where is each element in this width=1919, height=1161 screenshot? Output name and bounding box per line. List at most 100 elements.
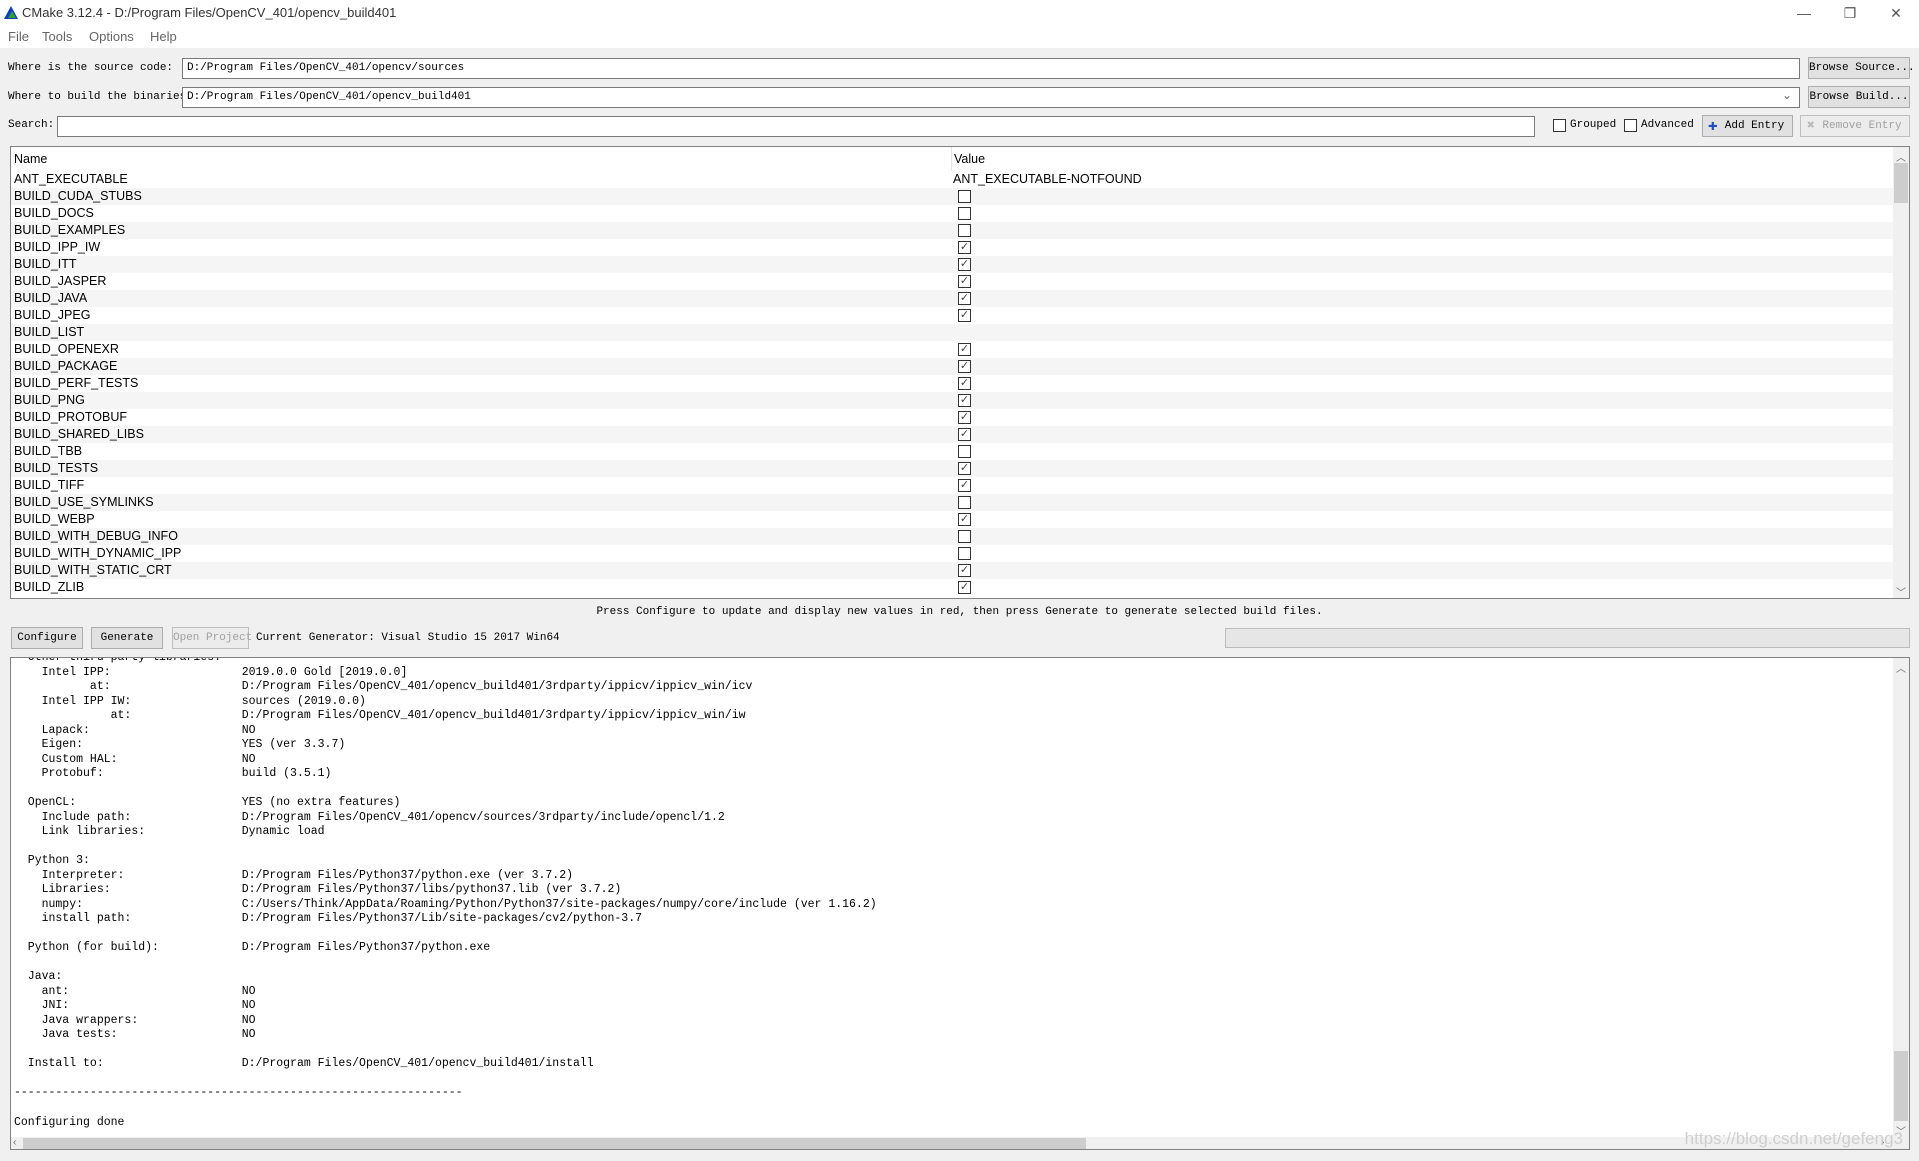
checked-checkbox[interactable]: ✓ xyxy=(958,394,971,407)
table-row[interactable]: ANT_EXECUTABLE ANT_EXECUTABLE-NOTFOUND xyxy=(11,171,1893,188)
table-vertical-scrollbar[interactable]: ︿ ﹀ xyxy=(1893,147,1909,598)
entry-name: BUILD_IPP_IW xyxy=(14,240,101,254)
output-line: ant: NO xyxy=(14,984,256,998)
generate-button[interactable]: Generate xyxy=(91,627,163,649)
table-row[interactable]: BUILD_WEBP ✓ xyxy=(11,511,1893,528)
table-row[interactable]: BUILD_OPENEXR ✓ xyxy=(11,341,1893,358)
table-row[interactable]: BUILD_TIFF ✓ xyxy=(11,477,1893,494)
grouped-checkbox[interactable] xyxy=(1553,119,1566,132)
output-log[interactable]: Other third-party libraries: Intel IPP: … xyxy=(10,657,1910,1150)
scrollbar-thumb[interactable] xyxy=(1894,1051,1908,1121)
checked-checkbox[interactable]: ✓ xyxy=(958,564,971,577)
remove-entry-button[interactable]: ✖ Remove Entry xyxy=(1800,115,1910,137)
column-header-name[interactable]: Name xyxy=(14,147,47,171)
configure-button[interactable]: Configure xyxy=(11,627,83,649)
checked-checkbox[interactable]: ✓ xyxy=(958,428,971,441)
checked-checkbox[interactable]: ✓ xyxy=(958,241,971,254)
output-line: ----------------------------------------… xyxy=(14,1086,463,1100)
checked-checkbox[interactable]: ✓ xyxy=(958,292,971,305)
unchecked-checkbox[interactable] xyxy=(958,445,971,458)
table-row[interactable]: BUILD_LIST xyxy=(11,324,1893,341)
output-line: Intel IPP IW: sources (2019.0.0) xyxy=(14,694,366,708)
menu-options[interactable]: Options xyxy=(89,29,134,44)
unchecked-checkbox[interactable] xyxy=(958,224,971,237)
table-row[interactable]: BUILD_USE_SYMLINKS xyxy=(11,494,1893,511)
unchecked-checkbox[interactable] xyxy=(958,547,971,560)
output-vertical-scrollbar[interactable]: ︿ ﹀ xyxy=(1893,658,1909,1138)
unchecked-checkbox[interactable] xyxy=(958,496,971,509)
table-row[interactable]: BUILD_PERF_TESTS ✓ xyxy=(11,375,1893,392)
output-horizontal-scrollbar[interactable]: ‹ › xyxy=(11,1137,1909,1149)
table-row[interactable]: BUILD_WITH_DYNAMIC_IPP xyxy=(11,545,1893,562)
output-line: Python (for build): D:/Program Files/Pyt… xyxy=(14,941,491,955)
add-entry-button[interactable]: ✚ Add Entry xyxy=(1702,115,1793,137)
table-row[interactable]: BUILD_JPEG ✓ xyxy=(11,307,1893,324)
search-input[interactable] xyxy=(57,116,1535,137)
checked-checkbox[interactable]: ✓ xyxy=(958,462,971,475)
table-row[interactable]: BUILD_WITH_DEBUG_INFO xyxy=(11,528,1893,545)
chevron-down-icon[interactable]: ⌄ xyxy=(1782,88,1792,102)
unchecked-checkbox[interactable] xyxy=(958,530,971,543)
close-button[interactable]: ✕ xyxy=(1876,2,1916,24)
browse-source-button[interactable]: Browse Source... xyxy=(1808,57,1915,79)
table-row[interactable]: BUILD_ZLIB ✓ xyxy=(11,579,1893,596)
checked-checkbox[interactable]: ✓ xyxy=(958,275,971,288)
scroll-left-icon[interactable]: ‹ xyxy=(13,1137,16,1148)
cmake-logo-icon xyxy=(4,6,18,19)
output-line: at: D:/Program Files/OpenCV_401/opencv_b… xyxy=(14,680,753,694)
scroll-up-icon[interactable]: ︿ xyxy=(1893,149,1909,164)
checked-checkbox[interactable]: ✓ xyxy=(958,309,971,322)
menu-help[interactable]: Help xyxy=(150,29,177,44)
browse-build-button[interactable]: Browse Build... xyxy=(1808,86,1910,108)
table-row[interactable]: BUILD_JAVA ✓ xyxy=(11,290,1893,307)
open-project-button[interactable]: Open Project xyxy=(172,627,252,649)
scrollbar-thumb[interactable] xyxy=(1894,163,1908,203)
table-row[interactable]: BUILD_WITH_STATIC_CRT ✓ xyxy=(11,562,1893,579)
table-row[interactable]: BUILD_EXAMPLES xyxy=(11,222,1893,239)
checked-checkbox[interactable]: ✓ xyxy=(958,360,971,373)
source-input[interactable]: D:/Program Files/OpenCV_401/opencv/sourc… xyxy=(182,58,1800,79)
entry-name: BUILD_WITH_DEBUG_INFO xyxy=(14,529,178,543)
menu-file[interactable]: File xyxy=(8,29,29,44)
scroll-up-icon[interactable]: ︿ xyxy=(1893,660,1909,675)
scrollbar-thumb[interactable] xyxy=(23,1138,1086,1149)
table-row[interactable]: BUILD_PNG ✓ xyxy=(11,392,1893,409)
checked-checkbox[interactable]: ✓ xyxy=(958,513,971,526)
table-row[interactable]: BUILD_CUDA_STUBS xyxy=(11,188,1893,205)
table-row[interactable]: BUILD_SHARED_LIBS ✓ xyxy=(11,426,1893,443)
window-title: CMake 3.12.4 - D:/Program Files/OpenCV_4… xyxy=(22,5,397,20)
checked-checkbox[interactable]: ✓ xyxy=(958,479,971,492)
output-line: Protobuf: build (3.5.1) xyxy=(14,767,332,781)
current-generator: Current Generator: Visual Studio 15 2017… xyxy=(256,632,560,644)
checked-checkbox[interactable]: ✓ xyxy=(958,343,971,356)
table-row[interactable]: BUILD_IPP_IW ✓ xyxy=(11,239,1893,256)
entry-name: BUILD_PROTOBUF xyxy=(14,410,127,424)
entry-value[interactable]: ANT_EXECUTABLE-NOTFOUND xyxy=(953,171,1142,188)
table-row[interactable]: BUILD_ITT ✓ xyxy=(11,256,1893,273)
scroll-down-icon[interactable]: ﹀ xyxy=(1893,584,1909,598)
column-header-value[interactable]: Value xyxy=(954,147,985,171)
maximize-button[interactable]: ❐ xyxy=(1830,2,1870,24)
build-input[interactable]: D:/Program Files/OpenCV_401/opencv_build… xyxy=(182,87,1800,108)
table-row[interactable]: BUILD_TESTS ✓ xyxy=(11,460,1893,477)
unchecked-checkbox[interactable] xyxy=(958,190,971,203)
table-row[interactable]: BUILD_DOCS xyxy=(11,205,1893,222)
entry-name: BUILD_TIFF xyxy=(14,478,85,492)
menu-tools[interactable]: Tools xyxy=(42,29,72,44)
checked-checkbox[interactable]: ✓ xyxy=(958,377,971,390)
unchecked-checkbox[interactable] xyxy=(958,207,971,220)
build-label: Where to build the binaries: xyxy=(8,91,193,103)
checked-checkbox[interactable]: ✓ xyxy=(958,411,971,424)
advanced-checkbox[interactable] xyxy=(1624,119,1637,132)
output-line: numpy: C:/Users/Think/AppData/Roaming/Py… xyxy=(14,897,877,911)
table-row[interactable]: BUILD_JASPER ✓ xyxy=(11,273,1893,290)
checked-checkbox[interactable]: ✓ xyxy=(958,581,971,594)
checked-checkbox[interactable]: ✓ xyxy=(958,258,971,271)
table-row[interactable]: BUILD_TBB xyxy=(11,443,1893,460)
grouped-label: Grouped xyxy=(1570,119,1617,131)
minimize-button[interactable]: — xyxy=(1784,2,1824,24)
table-row[interactable]: BUILD_PROTOBUF ✓ xyxy=(11,409,1893,426)
table-row[interactable]: BUILD_PACKAGE ✓ xyxy=(11,358,1893,375)
